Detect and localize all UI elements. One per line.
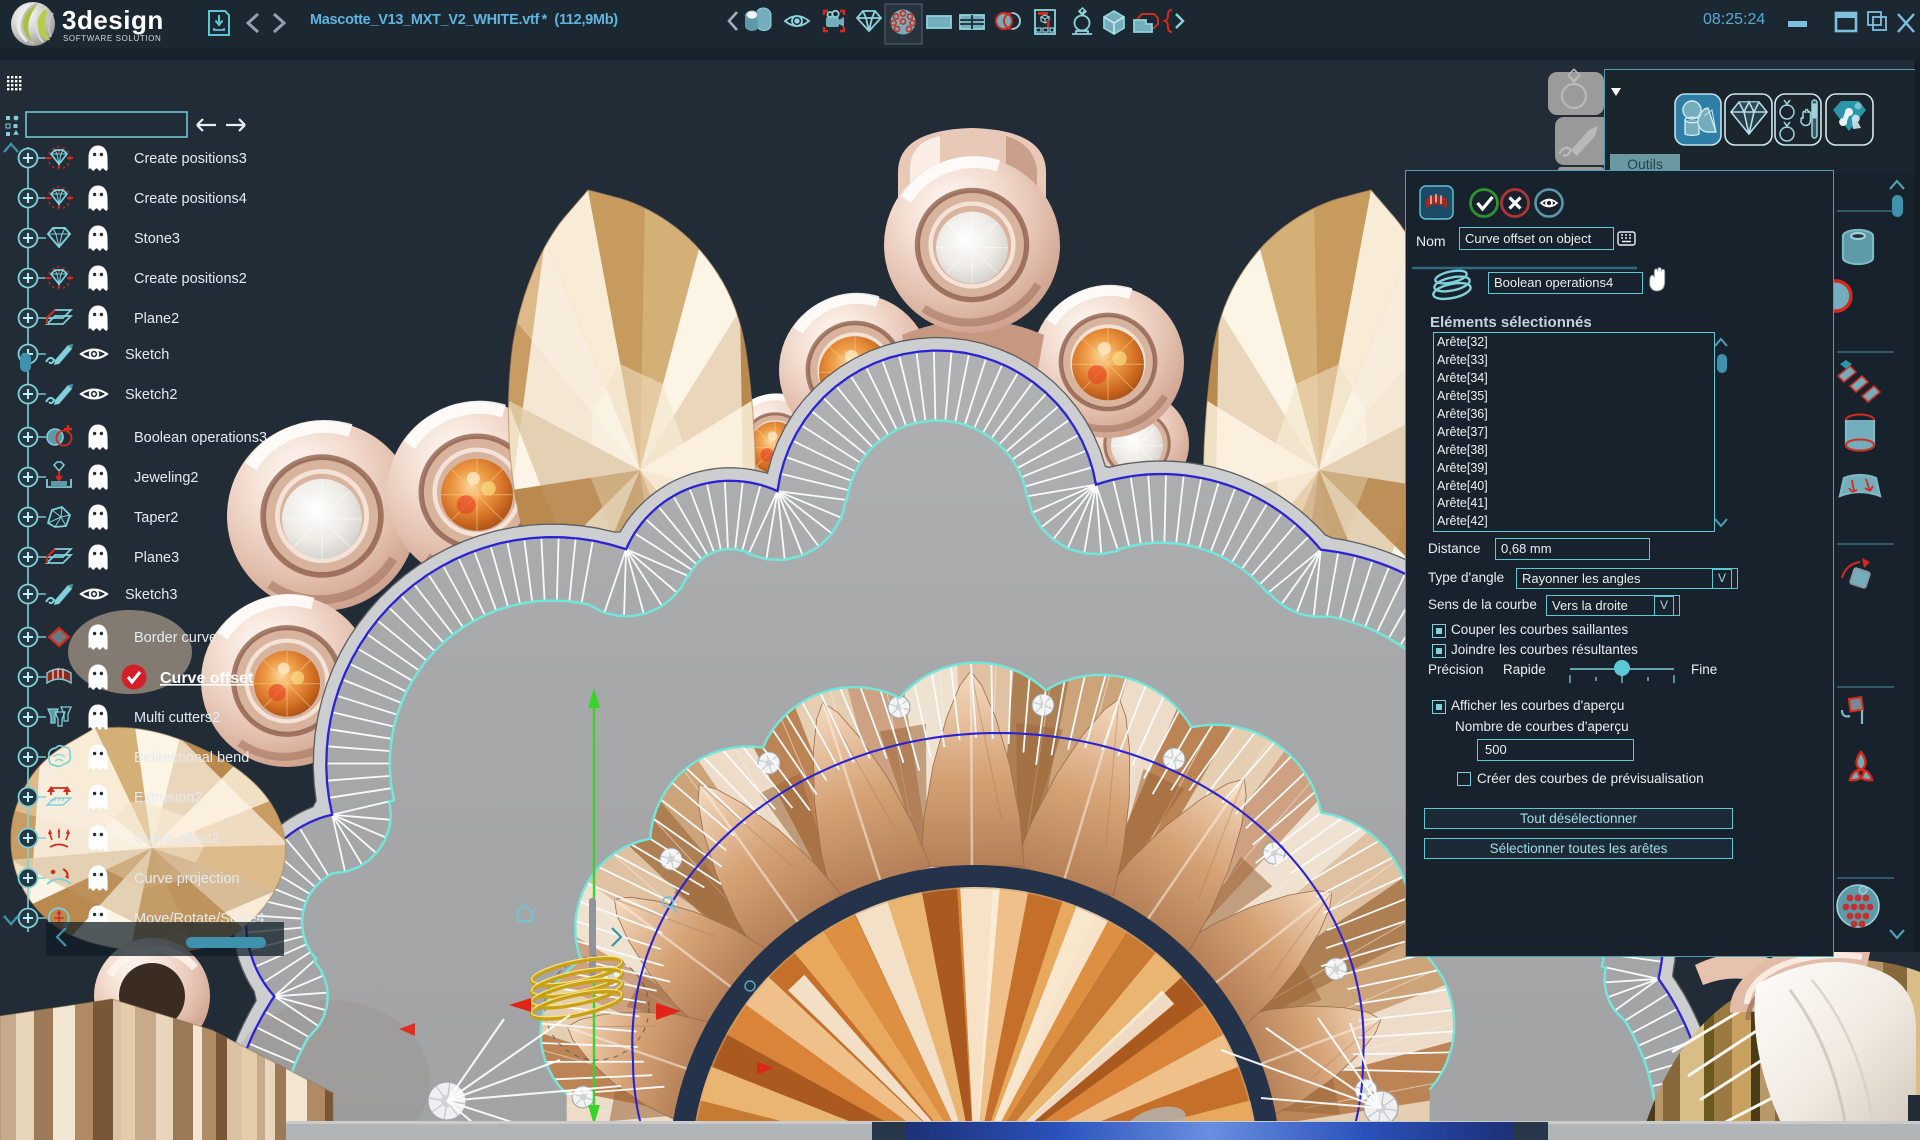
svg-text:Boolean operations3: Boolean operations3 — [134, 430, 267, 446]
svg-text:Sketch3: Sketch3 — [125, 587, 177, 603]
svg-text:Multi cutters2: Multi cutters2 — [134, 710, 220, 726]
svg-text:Extrusion2: Extrusion2 — [134, 790, 203, 806]
svg-text:Plane2: Plane2 — [134, 311, 179, 327]
svg-text:Border curve: Border curve — [134, 630, 217, 646]
svg-text:Create positions3: Create positions3 — [134, 151, 247, 167]
svg-text:Create positions2: Create positions2 — [134, 271, 247, 287]
svg-text:Curve offset2: Curve offset2 — [134, 831, 220, 847]
svg-text:Stone3: Stone3 — [134, 231, 180, 247]
svg-text:Sketch: Sketch — [125, 347, 169, 363]
svg-text:Sketch2: Sketch2 — [125, 387, 177, 403]
svg-text:Curve offset: Curve offset — [160, 670, 254, 687]
svg-text:Taper2: Taper2 — [134, 510, 178, 526]
svg-text:Create positions4: Create positions4 — [134, 191, 247, 207]
svg-text:Jeweling2: Jeweling2 — [134, 470, 199, 486]
svg-text:Bidirectional bend: Bidirectional bend — [134, 750, 249, 766]
svg-text:Curve projection: Curve projection — [134, 871, 240, 887]
svg-text:Plane3: Plane3 — [134, 550, 179, 566]
